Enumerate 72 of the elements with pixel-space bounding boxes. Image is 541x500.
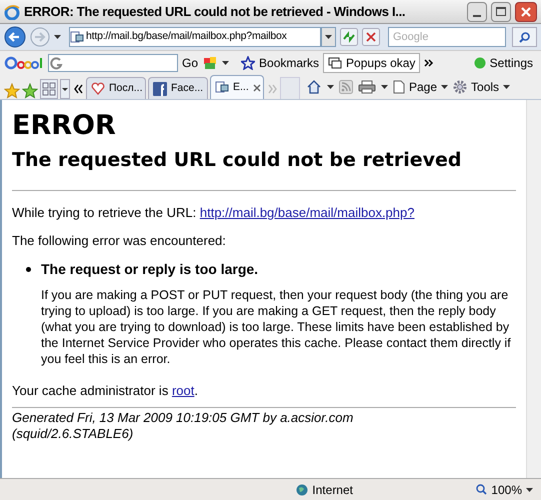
tab-label: Посл... <box>109 80 143 96</box>
star-icon <box>241 56 256 70</box>
dropdown-arrow-icon <box>441 84 448 88</box>
dropdown-arrow-icon <box>324 35 332 39</box>
quick-tabs-icon[interactable] <box>40 79 58 99</box>
add-favorite-icon[interactable] <box>22 83 38 99</box>
close-icon <box>521 6 531 16</box>
address-dropdown-button[interactable] <box>320 27 336 47</box>
tab[interactable]: Посл... <box>86 77 146 99</box>
link[interactable]: root <box>172 383 194 398</box>
admin-sentence: Your cache administrator is root. <box>12 383 199 399</box>
dropdown-arrow-icon <box>503 84 510 88</box>
search-field[interactable]: Google <box>388 27 506 47</box>
tab-list-icon[interactable] <box>60 79 70 99</box>
minimize-button[interactable] <box>467 2 487 22</box>
tools-menu-button[interactable]: Tools <box>453 78 510 96</box>
back-button-icon[interactable] <box>4 26 26 48</box>
error-detail-text: If you are making a POST or PUT request, then your request body (the thing you are trying to upload) is too large. If you are making a GET request, then the reply body (what you are trying to download) is too large. These limits have been established by the Internet Service Provider who operates this cache. Please contact them directly if you feel this is an error. <box>41 287 512 367</box>
dropdown-arrow-icon[interactable] <box>327 84 334 88</box>
zoom-button[interactable]: 100% <box>476 480 533 498</box>
error-title: The request or reply is too large. <box>41 261 258 277</box>
favorites-star-icon[interactable] <box>4 83 20 99</box>
puzzle-icon[interactable] <box>202 54 218 70</box>
close-button[interactable] <box>515 2 537 22</box>
bookmarks-button[interactable]: Bookmarks <box>241 54 320 72</box>
dropdown-arrow-icon[interactable] <box>54 35 61 39</box>
window-title: ERROR: The requested URL could not be retrieved - Windows I... <box>24 2 406 21</box>
settings-button[interactable]: Settings <box>474 54 533 72</box>
bullet-icon <box>26 266 31 272</box>
page-icon <box>70 31 84 43</box>
home-icon[interactable] <box>306 78 322 94</box>
printer-icon[interactable] <box>358 80 376 94</box>
search-icon <box>518 32 530 42</box>
popups-button[interactable]: Popups okay <box>323 52 420 72</box>
stop-icon[interactable] <box>362 28 380 46</box>
page-icon <box>393 80 405 94</box>
scrollbar[interactable] <box>526 100 541 478</box>
facebook-icon <box>153 82 167 96</box>
page-icon <box>215 80 229 94</box>
google-search-field[interactable] <box>48 54 178 72</box>
google-logo-icon <box>4 54 44 70</box>
tab[interactable]: Face... <box>148 77 208 99</box>
settings-icon <box>453 80 468 94</box>
tab[interactable]: E... <box>210 75 264 99</box>
footer-text: Generated Fri, 13 Mar 2009 10:19:05 GMT by a.acsior.com <box>12 410 354 426</box>
page-heading: ERROR <box>12 110 117 142</box>
zoom-icon <box>476 484 488 495</box>
dropdown-arrow-icon[interactable] <box>381 84 388 88</box>
address-field[interactable]: http://mail.bg/base/mail/mailbox.php?mailbox <box>69 27 321 47</box>
dropdown-arrow-icon[interactable] <box>222 60 230 64</box>
globe-icon <box>296 484 308 496</box>
dropdown-arrow-icon <box>526 488 533 492</box>
monitor-icon <box>328 56 342 68</box>
browser-logo-icon <box>4 4 20 20</box>
chevron-icon[interactable] <box>424 58 434 66</box>
tab-label: Face... <box>171 80 204 96</box>
google-g-icon <box>49 56 63 70</box>
footer-text: (squid/2.6.STABLE6) <box>12 426 134 442</box>
page-menu-button[interactable]: Page <box>393 78 448 96</box>
page-subheading: The requested URL could not be retrieved <box>12 148 462 172</box>
url-sentence: While trying to retrieve the URL: http://mail.bg/base/mail/mailbox.php? <box>12 205 416 221</box>
status-dot-icon <box>474 56 486 68</box>
go-button[interactable]: Go <box>182 54 198 72</box>
search-button[interactable] <box>512 27 537 47</box>
link[interactable]: http://mail.bg/base/mail/mailbox.php? <box>200 205 414 220</box>
error-intro-text: The following error was encountered: <box>12 233 227 249</box>
address-text: http://mail.bg/base/mail/mailbox.php?mailbox <box>86 29 287 44</box>
close-tab-icon[interactable] <box>252 84 261 92</box>
tab-label: E... <box>233 80 249 95</box>
security-zone-text: Internet <box>312 482 353 498</box>
maximize-button[interactable] <box>491 2 511 22</box>
heart-icon <box>91 82 105 96</box>
